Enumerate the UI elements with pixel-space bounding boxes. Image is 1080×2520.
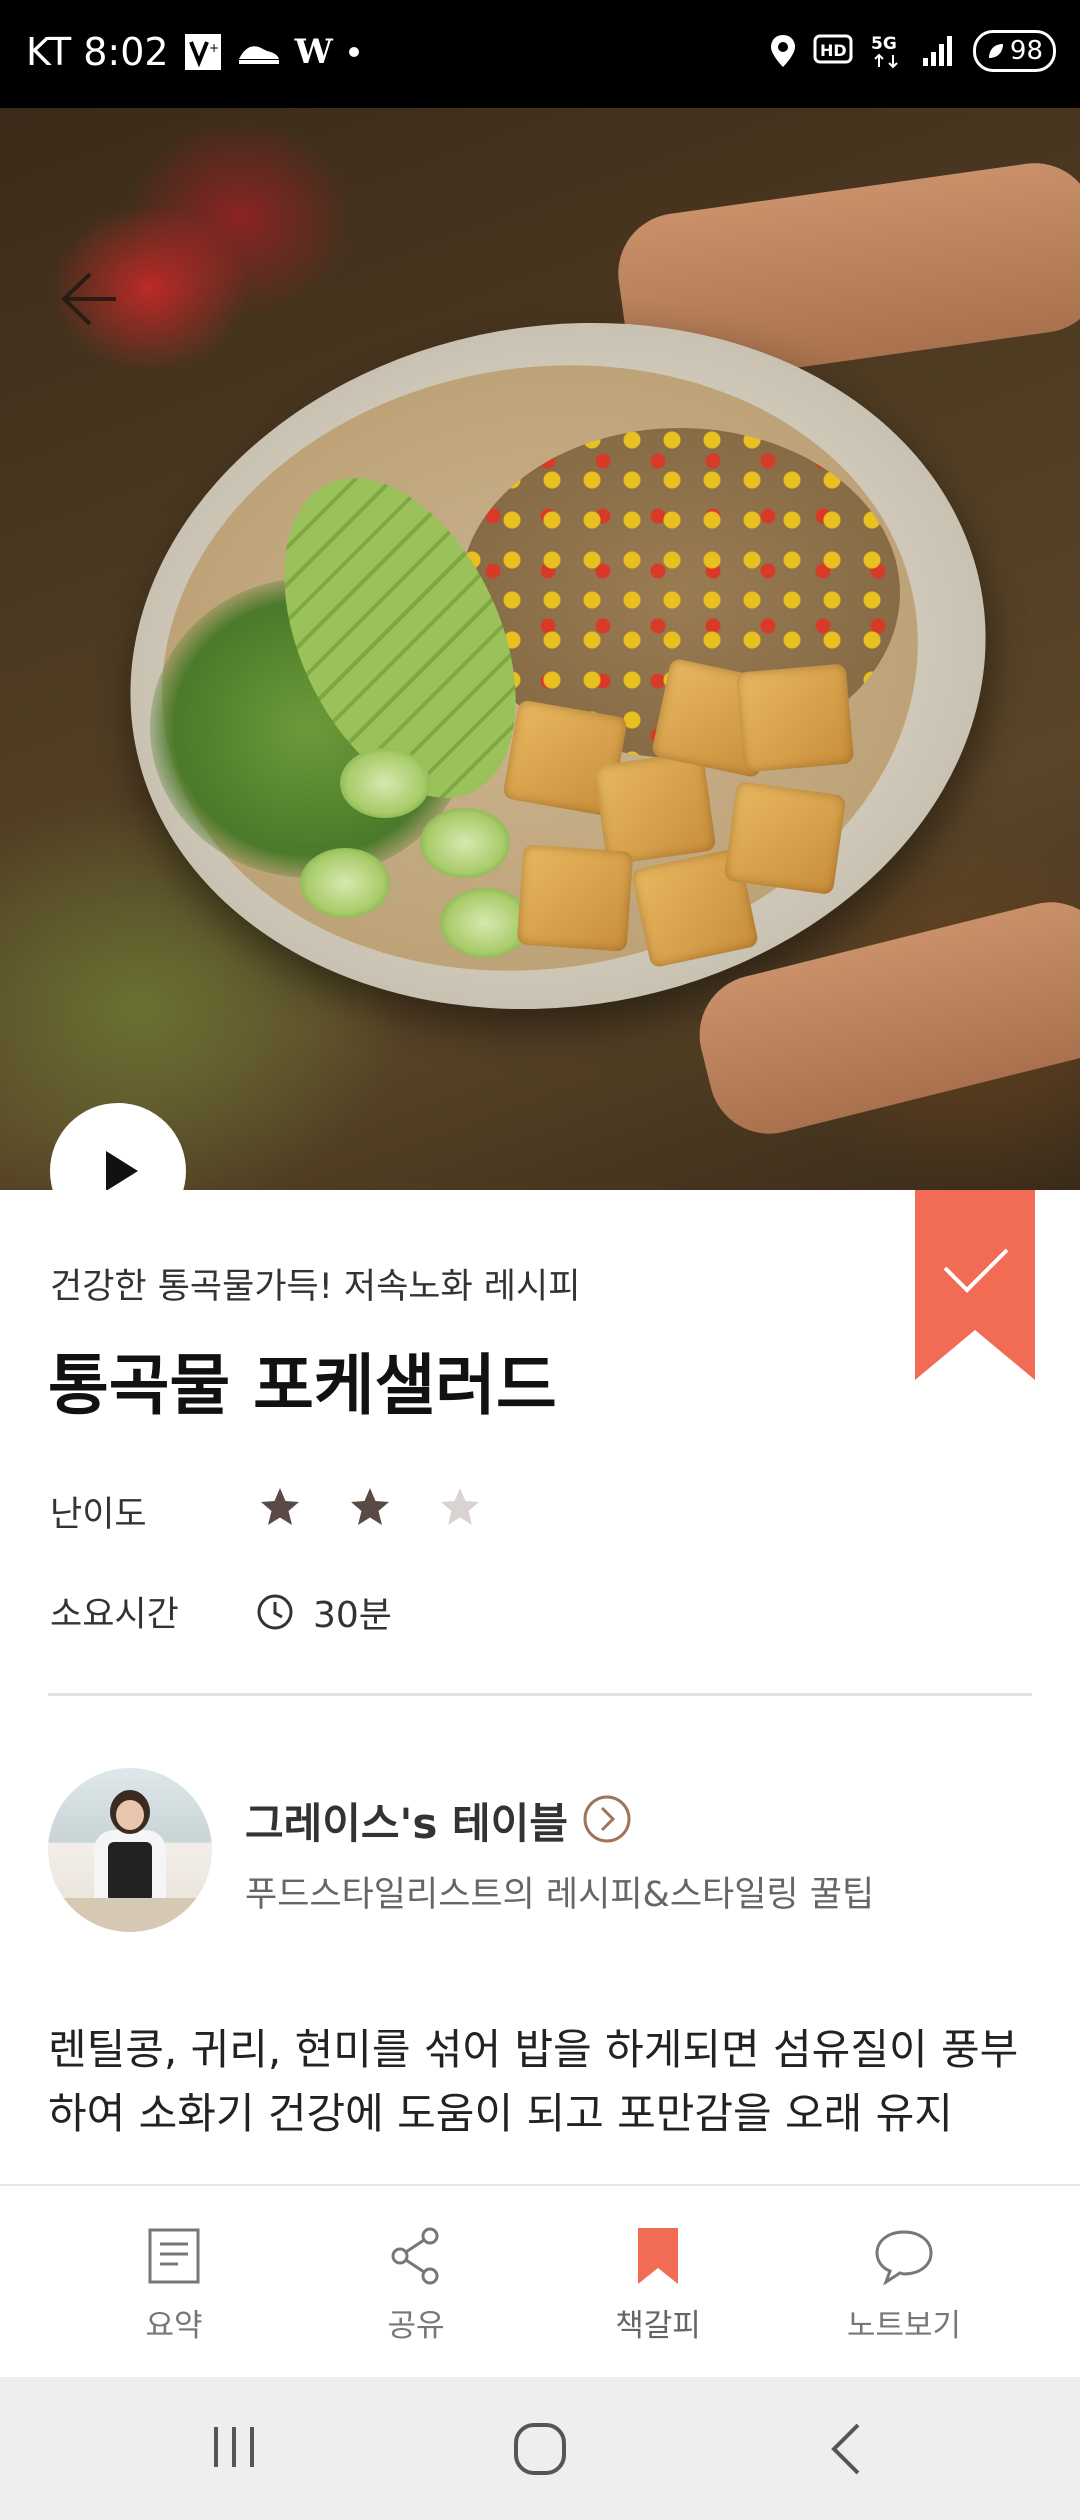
time-value: 30분 [313,1595,392,1636]
svg-text:+: + [209,41,219,55]
play-video-button[interactable] [50,1103,186,1190]
back-arrow-icon[interactable] [50,264,120,334]
share-icon [391,2227,439,2285]
status-bar: KT 8:02 + W HD 5G 98 [0,0,1080,108]
summary-button[interactable]: 요약 [94,2226,254,2345]
divider [48,1693,1032,1696]
tofu-cube [723,780,847,896]
shoe-notification-icon [237,37,281,67]
cooking-time: 30분 [255,1586,392,1638]
bookmark-ribbon-button[interactable] [915,1190,1035,1380]
share-label: 공유 [387,2308,445,2344]
share-button[interactable]: 공유 [336,2226,496,2345]
cucumber-slice [300,848,390,918]
back-nav-icon[interactable] [822,2419,872,2483]
play-icon [106,1151,138,1190]
clock-icon [257,1594,293,1630]
signal-strength-icon [921,34,957,68]
network-5g-icon: 5G [869,31,905,71]
time-label: 소요시간 [50,1595,179,1635]
chevron-right-circle-icon[interactable] [582,1794,632,1844]
recipe-title: 통곡물 포케샐러드 [48,1347,557,1424]
speech-bubble-icon [875,2230,933,2286]
wikipedia-notification-icon: W [294,32,333,72]
leaf-icon [988,44,1003,58]
bookmark-button[interactable]: 책갈피 [578,2226,738,2345]
cucumber-slice [340,748,430,818]
battery-indicator: 98 [972,30,1056,72]
author-description: 푸드스타일리스트의 레시피&스타일링 꿀팁 [245,1875,875,1915]
hd-voice-icon: HD [813,34,853,68]
system-navigation-bar [0,2377,1080,2520]
app-notification-icon: + [183,32,223,72]
cucumber-slice [420,808,510,878]
star-filled-icon [261,1488,299,1525]
notes-button[interactable]: 노트보기 [824,2226,984,2345]
bookmark-label: 책갈피 [615,2308,701,2344]
author-name[interactable]: 그레이스's 테이블 [245,1790,568,1851]
difficulty-label: 난이도 [50,1495,147,1535]
notes-label: 노트보기 [846,2308,962,2344]
recent-apps-icon[interactable] [206,2419,262,2479]
bottom-toolbar: 요약 공유 책갈피 노트보기 [0,2184,1080,2379]
more-notifications-dot-icon [347,45,361,59]
home-icon[interactable] [510,2419,570,2483]
battery-level: 98 [1009,36,1043,66]
recipe-subtitle: 건강한 통곡물가득! 저속노화 레시피 [50,1267,581,1307]
svg-text:5G: 5G [871,34,897,54]
location-icon [769,33,797,69]
difficulty-stars [258,1486,482,1528]
tofu-cube [516,844,634,952]
cucumber-slice [440,888,530,958]
author-avatar[interactable] [48,1768,212,1932]
document-icon [148,2228,200,2284]
star-empty-icon [441,1488,479,1525]
tofu-cube [735,663,855,773]
svg-text:HD: HD [820,41,847,60]
recipe-description: 렌틸콩, 귀리, 현미를 섞어 밥을 하게되면 섬유질이 풍부하여 소화기 건강… [48,2025,1019,2138]
bookmark-icon [638,2228,678,2284]
summary-label: 요약 [145,2308,203,2344]
tofu-cube [593,750,717,866]
carrier-time: KT 8:02 [26,30,169,74]
star-filled-icon [351,1488,389,1525]
recipe-hero-image [0,108,1080,1190]
